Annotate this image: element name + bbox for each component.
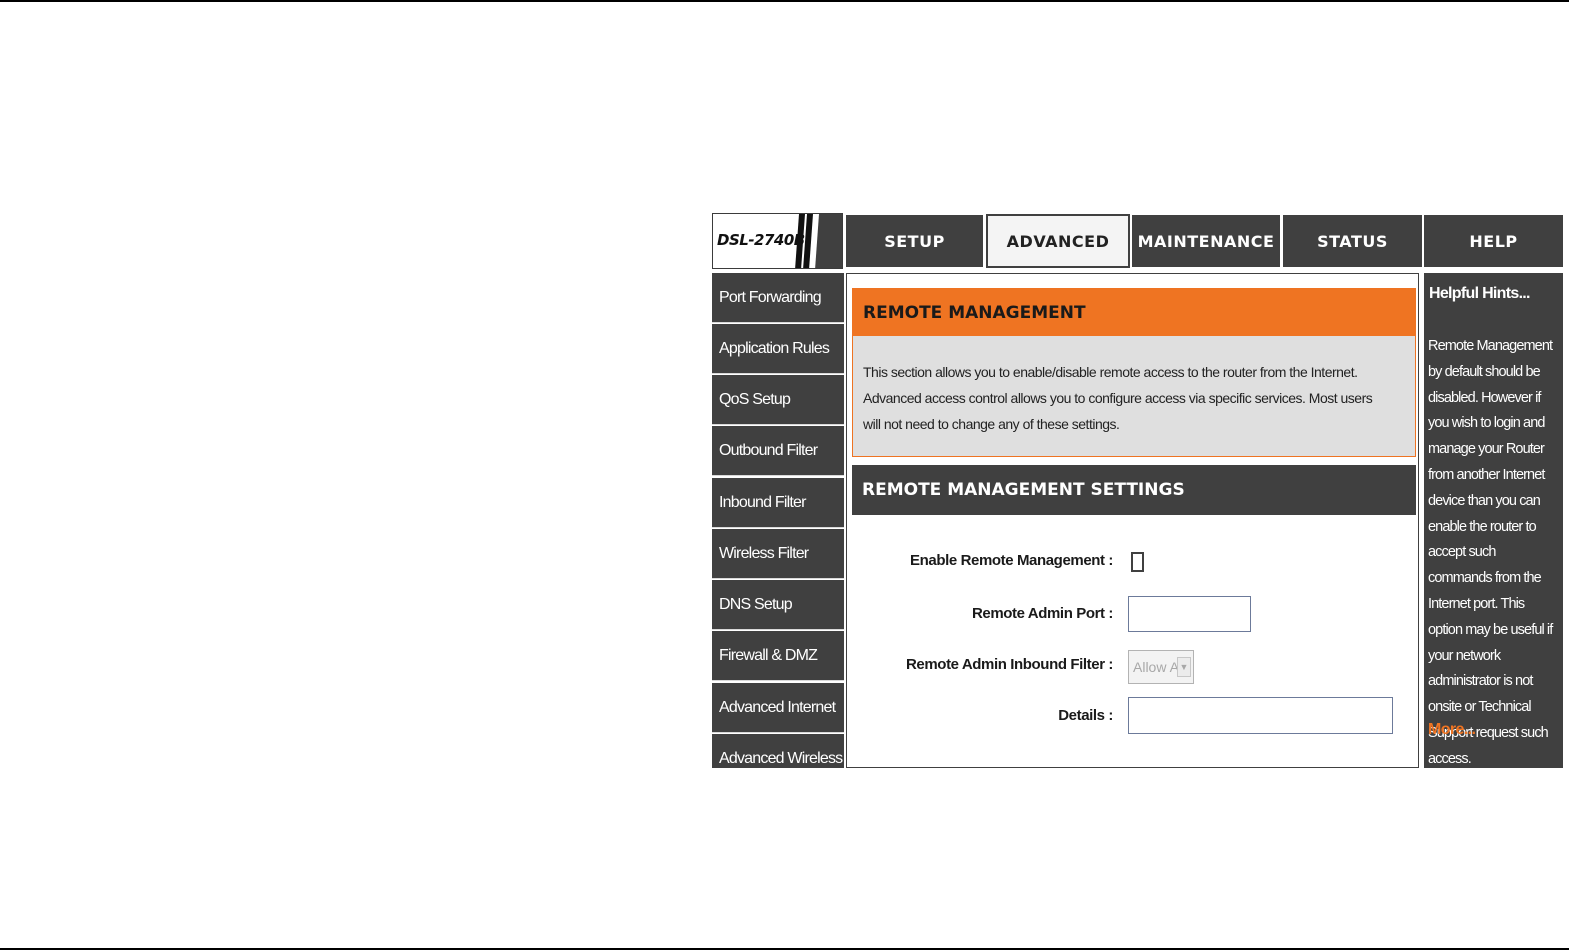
sidebar-item-advanced-wireless[interactable]: Advanced Wireless [712, 734, 844, 768]
sidebar-item-label: QoS Setup [719, 390, 791, 408]
router-admin-screenshot: DSL-2740B SETUP ADVANCED MAINTENANCE STA… [712, 213, 1563, 768]
settings-title: REMOTE MANAGEMENT SETTINGS [852, 465, 1416, 515]
model-logo: DSL-2740B [712, 213, 843, 269]
sidebar-item-label: Advanced Wireless [719, 749, 843, 767]
settings-panel: REMOTE MANAGEMENT SETTINGS Enable Remote… [852, 465, 1416, 765]
sidebar-item-firewall-dmz[interactable]: Firewall & DMZ [712, 631, 844, 681]
inbound-filter-label: Remote Admin Inbound Filter : [906, 656, 1113, 673]
sidebar-item-application-rules[interactable]: Application Rules [712, 324, 844, 374]
details-label: Details : [1058, 707, 1113, 724]
sidebar-item-advanced-internet[interactable]: Advanced Internet [712, 683, 844, 733]
tab-maintenance[interactable]: MAINTENANCE [1132, 215, 1280, 267]
logo-stripes-icon [795, 214, 842, 268]
inbound-filter-select[interactable]: Allow All ▼ [1128, 650, 1194, 684]
tab-setup[interactable]: SETUP [846, 215, 983, 267]
tab-advanced[interactable]: ADVANCED [986, 214, 1130, 268]
sidebar-item-outbound-filter[interactable]: Outbound Filter [712, 426, 844, 476]
tab-maintenance-label: MAINTENANCE [1137, 231, 1275, 251]
remote-port-input[interactable] [1128, 596, 1251, 632]
tab-setup-label: SETUP [884, 231, 945, 251]
intro-panel: REMOTE MANAGEMENT This section allows yo… [852, 288, 1416, 457]
enable-remote-label: Enable Remote Management : [910, 552, 1113, 569]
remote-port-label: Remote Admin Port : [971, 605, 1113, 622]
sidebar-item-port-forwarding[interactable]: Port Forwarding [712, 273, 844, 323]
enable-remote-checkbox[interactable] [1131, 552, 1144, 572]
hints-title: Helpful Hints... [1429, 285, 1531, 302]
sidebar-item-label: DNS Setup [719, 595, 793, 613]
tab-advanced-label: ADVANCED [1006, 231, 1110, 251]
tab-status-label: STATUS [1317, 231, 1388, 251]
top-rule [0, 0, 1569, 2]
sidebar-item-label: Firewall & DMZ [719, 646, 818, 664]
tab-status[interactable]: STATUS [1283, 215, 1422, 267]
tab-help[interactable]: HELP [1424, 215, 1563, 267]
intro-title: REMOTE MANAGEMENT [853, 289, 1415, 336]
hints-text: Remote Management by default should be d… [1428, 338, 1553, 767]
sidebar-item-wireless-filter[interactable]: Wireless Filter [712, 529, 844, 579]
chevron-down-icon: ▼ [1177, 657, 1191, 677]
sidebar-item-label: Advanced Internet [719, 698, 836, 716]
tab-help-label: HELP [1469, 231, 1518, 251]
sidebar-item-qos-setup[interactable]: QoS Setup [712, 375, 844, 425]
details-input[interactable] [1128, 697, 1393, 734]
inbound-filter-value: Allow All [1133, 659, 1177, 675]
bottom-rule [0, 948, 1569, 950]
sidebar-item-label: Port Forwarding [719, 288, 822, 306]
sidebar-item-label: Inbound Filter [719, 493, 806, 511]
sidebar-item-label: Application Rules [719, 339, 830, 357]
sidebar-item-label: Wireless Filter [719, 544, 809, 562]
helpful-hints-panel: Helpful Hints... Remote Management by de… [1424, 273, 1563, 768]
sidebar-item-inbound-filter[interactable]: Inbound Filter [712, 478, 844, 528]
hints-more-link[interactable]: More... [1428, 721, 1476, 739]
intro-text: This section allows you to enable/disabl… [863, 364, 1373, 432]
sidebar-item-dns-setup[interactable]: DNS Setup [712, 580, 844, 630]
sidebar-nav: Port Forwarding Application Rules QoS Se… [712, 273, 844, 768]
sidebar-item-label: Outbound Filter [719, 441, 818, 459]
main-content: REMOTE MANAGEMENT This section allows yo… [846, 273, 1419, 768]
